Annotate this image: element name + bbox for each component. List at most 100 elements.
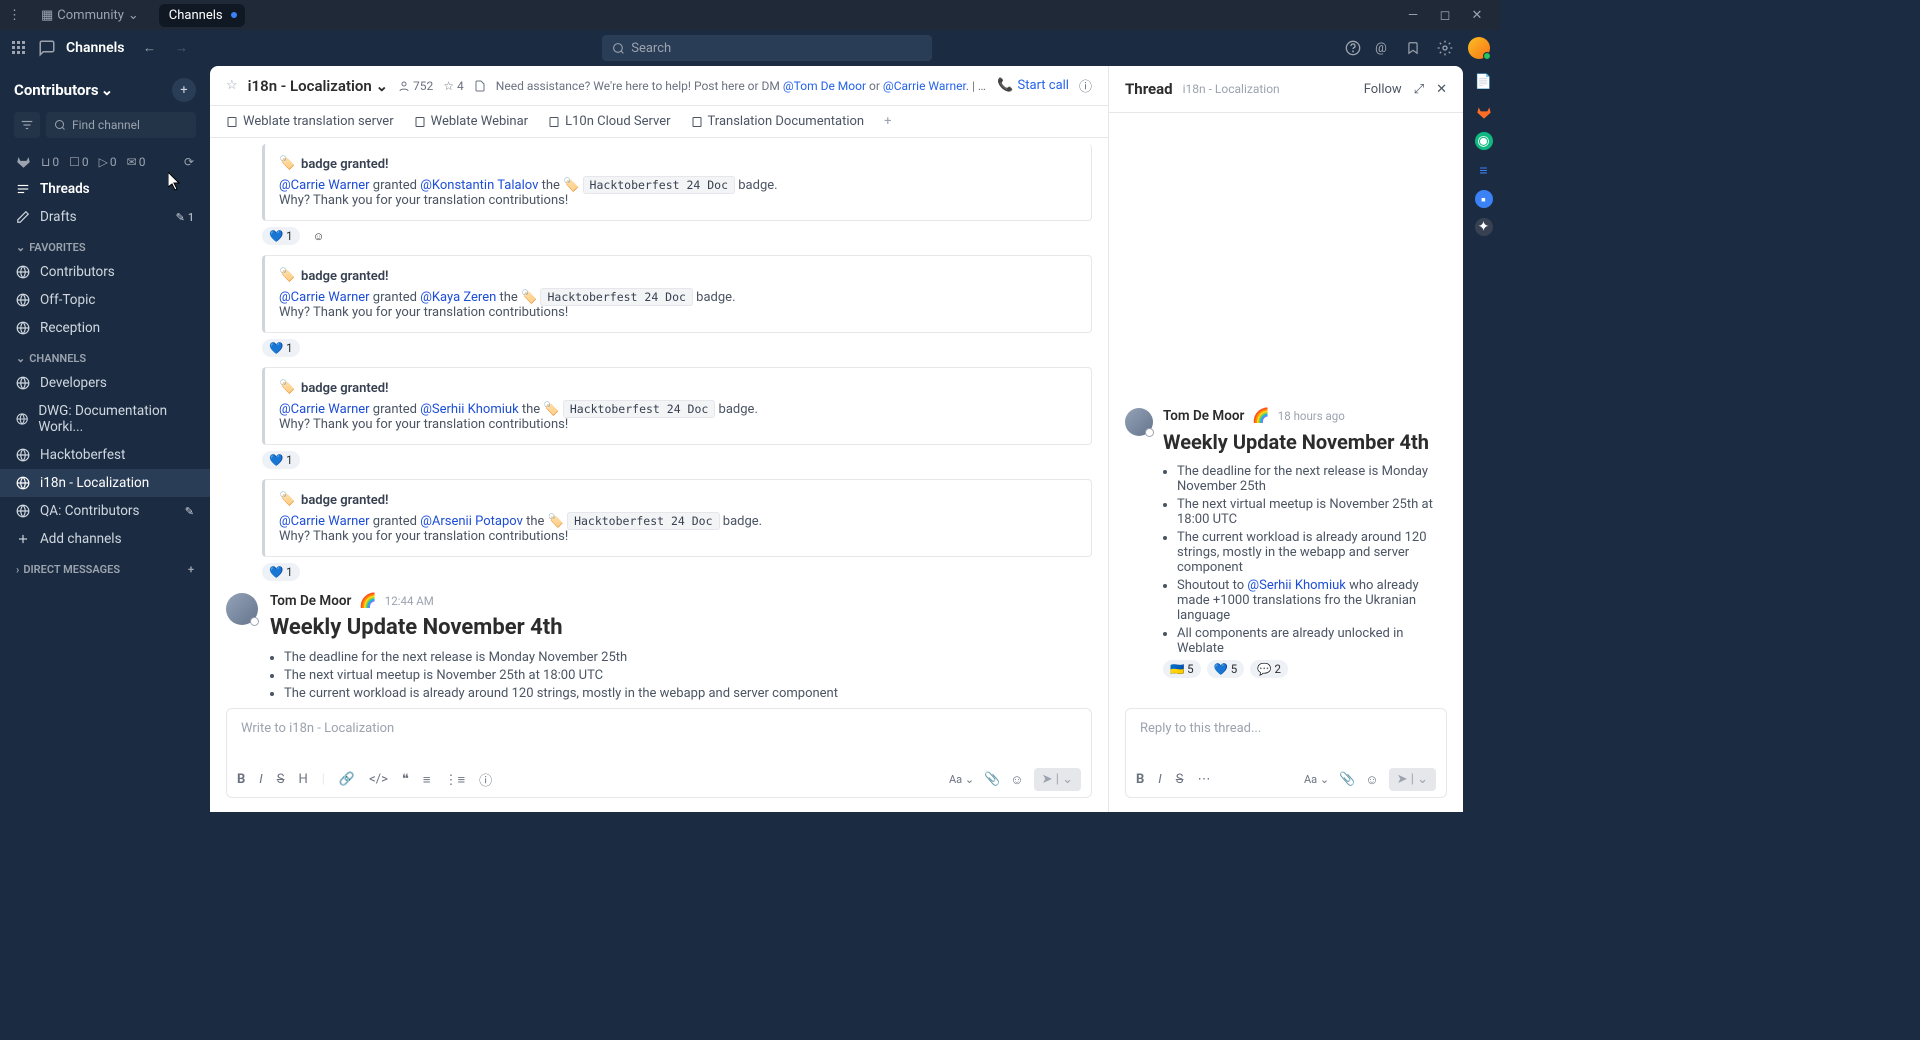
doc-icon[interactable] <box>474 80 486 92</box>
link-button[interactable]: 🔗 <box>339 772 355 787</box>
messages-icon[interactable] <box>38 39 56 57</box>
user-avatar[interactable] <box>1468 37 1490 59</box>
italic-button[interactable]: I <box>1158 772 1161 787</box>
message-author[interactable]: Tom De Moor <box>1163 408 1244 424</box>
bold-button[interactable]: B <box>1136 772 1144 787</box>
composer-input[interactable]: Write to i18n - Localization <box>227 709 1091 764</box>
messages[interactable]: ✉ 0 <box>127 155 146 169</box>
heading-button[interactable]: H <box>298 772 307 787</box>
channel-bookmark-link[interactable]: Translation Documentation <box>691 114 865 129</box>
nav-forward[interactable]: → <box>173 39 191 57</box>
rail-green-icon[interactable]: ◉ <box>1475 132 1493 150</box>
strike-button[interactable]: S <box>1176 772 1184 787</box>
dm-header[interactable]: › DIRECT MESSAGES + <box>0 553 210 580</box>
rail-sparkle-icon[interactable]: ✦ <box>1475 218 1493 236</box>
new-message-button[interactable]: + <box>172 78 196 102</box>
attach-button[interactable]: 📎 <box>984 772 1000 787</box>
sidebar-channel-item[interactable]: Developers <box>0 369 210 397</box>
community-dropdown[interactable]: ▦ Community ⌄ <box>33 4 147 27</box>
maximize-button[interactable]: ◻ <box>1438 8 1452 22</box>
sidebar-channel-item[interactable]: Off-Topic <box>0 286 210 314</box>
favorites-header[interactable]: ⌄ FAVORITES <box>0 231 210 258</box>
channel-bookmark-link[interactable]: Weblate Webinar <box>414 114 528 129</box>
rail-doc-icon[interactable]: 📄 <box>1474 72 1494 92</box>
number-list-button[interactable]: ⋮≡ <box>444 772 465 788</box>
bullet-list-button[interactable]: ≡ <box>423 772 431 788</box>
reaction[interactable]: 💙 5 <box>1207 660 1245 678</box>
star-icon[interactable]: ☆ <box>226 78 238 93</box>
thread-input[interactable]: Reply to this thread... <box>1126 709 1446 764</box>
emoji-button[interactable]: ☺ <box>1010 772 1023 788</box>
channels-header[interactable]: ⌄ CHANNELS <box>0 342 210 369</box>
channel-topic[interactable]: Need assistance? We're here to help! Pos… <box>496 79 988 93</box>
gitlab-icon[interactable] <box>16 154 31 169</box>
menu-icon[interactable]: ⋮ <box>8 8 21 23</box>
channel-bookmark-link[interactable]: L10n Cloud Server <box>548 114 670 129</box>
member-count[interactable]: 752 <box>398 79 433 93</box>
settings-icon[interactable] <box>1436 39 1454 57</box>
message-composer[interactable]: Write to i18n - Localization B I S H | 🔗… <box>226 708 1092 798</box>
channel-search[interactable]: Find channel <box>46 112 196 138</box>
emoji-button[interactable]: ☺ <box>1365 772 1378 788</box>
bookmark-icon[interactable] <box>1404 39 1422 57</box>
nav-back[interactable]: ← <box>141 39 159 57</box>
start-call-button[interactable]: 📞 Start call <box>997 78 1069 93</box>
attach-button[interactable]: 📎 <box>1339 772 1355 787</box>
sidebar-channel-item[interactable]: Hacktoberfest <box>0 441 210 469</box>
merge-requests[interactable]: ⊔ 0 <box>41 155 59 169</box>
reaction[interactable]: 💙 1 <box>262 227 300 245</box>
info-button[interactable]: ⓘ <box>479 770 492 789</box>
channel-name[interactable]: i18n - Localization ⌄ <box>248 77 388 95</box>
code-button[interactable]: </> <box>369 772 388 787</box>
sidebar-channel-item[interactable]: QA: Contributors✎ <box>0 497 210 525</box>
reaction[interactable]: 💙 1 <box>262 563 300 581</box>
italic-button[interactable]: I <box>259 772 262 787</box>
rail-gitlab-icon[interactable] <box>1474 102 1494 122</box>
strike-button[interactable]: S <box>277 772 285 787</box>
quote-button[interactable]: ❝ <box>402 772 409 787</box>
sidebar-drafts[interactable]: Drafts ✎ 1 <box>0 203 210 231</box>
add-reaction[interactable]: ☺ <box>306 227 332 245</box>
send-button[interactable]: ➤ | ⌄ <box>1389 768 1436 791</box>
mention-icon[interactable]: @ <box>1372 39 1390 57</box>
bold-button[interactable]: B <box>237 772 245 787</box>
add-bookmark[interactable]: + <box>884 114 891 129</box>
info-icon[interactable]: ⓘ <box>1079 76 1092 95</box>
send-button[interactable]: ➤ | ⌄ <box>1034 768 1081 791</box>
sidebar-channel-item[interactable]: Contributors <box>0 258 210 286</box>
sidebar-channel-item[interactable]: i18n - Localization <box>0 469 210 497</box>
reaction[interactable]: 💙 1 <box>262 451 300 469</box>
expand-icon[interactable]: ⤢ <box>1414 82 1424 97</box>
rail-list-icon[interactable]: ≡ <box>1474 160 1494 180</box>
follow-button[interactable]: Follow <box>1364 82 1402 97</box>
rail-video-icon[interactable]: ▪ <box>1475 190 1493 208</box>
sidebar-channel-item[interactable]: Reception <box>0 314 210 342</box>
format-button[interactable]: Aa ⌄ <box>1304 773 1329 786</box>
minimize-button[interactable]: — <box>1406 8 1420 22</box>
message-author[interactable]: Tom De Moor <box>270 593 351 609</box>
help-icon[interactable] <box>1344 39 1362 57</box>
workspace-switcher[interactable]: Contributors ⌄ <box>14 81 113 99</box>
apps-grid-icon[interactable] <box>10 39 28 57</box>
thread-composer[interactable]: Reply to this thread... B I S ⋯ Aa ⌄ 📎 ☺… <box>1125 708 1447 798</box>
add-channels[interactable]: Add channels <box>0 525 210 553</box>
reaction[interactable]: 🇺🇦 5 <box>1163 660 1201 678</box>
avatar[interactable] <box>1125 408 1153 436</box>
close-button[interactable]: ✕ <box>1470 8 1484 22</box>
avatar[interactable] <box>226 593 258 625</box>
channel-bookmark-link[interactable]: Weblate translation server <box>226 114 394 129</box>
refresh-icon[interactable]: ⟳ <box>184 155 194 169</box>
pipelines[interactable]: ▷ 0 <box>99 155 117 169</box>
more-button[interactable]: ⋯ <box>1197 772 1210 787</box>
close-thread-icon[interactable]: ✕ <box>1436 82 1447 97</box>
reaction[interactable]: 💬 2 <box>1250 660 1288 678</box>
sidebar-threads[interactable]: Threads <box>0 175 210 203</box>
pinned-count[interactable]: ☆ 4 <box>443 79 464 93</box>
global-search[interactable]: Search <box>602 35 932 61</box>
filter-button[interactable] <box>14 112 40 138</box>
sidebar-channel-item[interactable]: DWG: Documentation Worki... <box>0 397 210 441</box>
add-dm[interactable]: + <box>188 563 194 576</box>
reaction[interactable]: 💙 1 <box>262 339 300 357</box>
format-button[interactable]: Aa ⌄ <box>949 773 974 786</box>
tab-channels[interactable]: Channels <box>159 4 245 27</box>
